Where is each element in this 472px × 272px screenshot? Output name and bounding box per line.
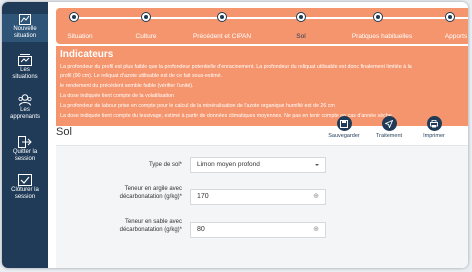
sidebar-item-label: situation — [13, 33, 37, 39]
step-progress-line — [74, 17, 468, 19]
exit-icon — [18, 136, 32, 148]
save-button-label: Sauvegarder — [328, 133, 360, 139]
sidebar-item-situations[interactable]: Les situations — [2, 54, 48, 88]
step-node-pratiques[interactable] — [373, 12, 383, 22]
required-mark: * — [179, 227, 182, 233]
indicators-panel: Indicateurs La profondeur du profil est … — [56, 46, 468, 126]
indicator-line: La dose indiquée tient compte de la vola… — [60, 93, 174, 99]
step-label-situation[interactable]: Situation — [67, 33, 92, 40]
print-button-label: Imprimer — [423, 133, 445, 139]
step-label-apports[interactable]: Apports — [445, 33, 467, 40]
sand-label-line: décarbonatation (g/kg) — [119, 227, 180, 233]
required-mark: * — [179, 194, 182, 200]
sand-label-line: Teneur en sable avec — [124, 219, 182, 225]
step-progress-bar: Situation Culture Précédent et CIPAN Sol… — [56, 8, 468, 44]
send-icon — [381, 116, 397, 131]
sidebar-item-label: session — [14, 156, 36, 162]
treatment-button[interactable]: Traitement — [367, 116, 411, 139]
sand-content-input[interactable]: 80 ⊕ — [190, 222, 326, 238]
chevron-down-icon — [315, 164, 319, 166]
step-node-precedent[interactable] — [217, 12, 227, 22]
new-situation-icon — [19, 14, 31, 25]
step-label-culture[interactable]: Culture — [136, 33, 157, 40]
step-label-pratiques[interactable]: Pratiques habituelles — [352, 33, 412, 40]
indicator-line: le rendement du précédent semble faible … — [60, 83, 194, 89]
sidebar-item-label: Les — [20, 107, 30, 113]
treatment-button-label: Traitement — [375, 133, 403, 139]
learners-icon — [18, 94, 32, 106]
print-button[interactable]: Imprimer — [412, 116, 456, 139]
sidebar-item-label: Les — [20, 67, 30, 73]
indicators-title: Indicateurs — [60, 49, 114, 60]
clay-label-line: décarbonatation (g/kg) — [119, 194, 180, 200]
close-session-icon — [18, 174, 32, 186]
section-title: Sol — [56, 126, 72, 138]
soil-type-value: Limon moyen profond — [197, 161, 260, 168]
soil-type-label-text: Type de sol — [148, 162, 180, 168]
sidebar-item-new-situation[interactable]: Nouvelle situation — [2, 14, 48, 42]
soil-type-select[interactable]: Limon moyen profond — [190, 157, 326, 173]
step-label-precedent[interactable]: Précédent et CIPAN — [193, 33, 251, 40]
save-button[interactable]: Sauvegarder — [322, 116, 366, 139]
step-node-apports[interactable] — [445, 12, 455, 22]
sidebar-item-label: situations — [12, 74, 38, 80]
sidebar: Nouvelle situation Les situations Les ap… — [2, 2, 48, 268]
clay-content-value: 170 — [197, 193, 209, 200]
clay-content-label: Teneur en argile avec décarbonatation (g… — [56, 185, 182, 201]
print-icon — [426, 116, 442, 131]
save-icon — [336, 116, 352, 131]
sidebar-item-label: session — [14, 194, 36, 200]
sidebar-item-close-session[interactable]: Clôturer la session — [2, 174, 48, 206]
clay-content-input[interactable]: 170 ⊕ — [190, 189, 326, 205]
main-content: Situation Culture Précédent et CIPAN Sol… — [48, 2, 468, 268]
clay-label-line: Teneur en argile avec — [124, 186, 182, 192]
step-label-sol[interactable]: Sol — [296, 33, 305, 40]
step-node-culture[interactable] — [141, 12, 151, 22]
sidebar-item-label: Quitter la — [12, 149, 38, 155]
stepper-icon[interactable]: ⊕ — [313, 193, 319, 201]
stepper-icon[interactable]: ⊕ — [313, 226, 319, 234]
soil-form: Type de sol* Limon moyen profond Teneur … — [56, 146, 468, 268]
sidebar-item-label: Clôturer la — [11, 187, 39, 193]
soil-type-label: Type de sol* — [56, 161, 182, 169]
sand-content-label: Teneur en sable avec décarbonatation (g/… — [56, 218, 182, 234]
sidebar-item-label: Nouvelle — [13, 26, 37, 32]
indicator-line: La profondeur du profil est plus faible … — [60, 64, 412, 70]
sidebar-item-learners[interactable]: Les apprenants — [2, 94, 48, 128]
step-node-sol[interactable] — [296, 12, 306, 22]
sidebar-item-quit-session[interactable]: Quitter la session — [2, 136, 48, 168]
situations-icon — [18, 54, 32, 66]
sidebar-item-label: apprenants — [9, 114, 41, 120]
sand-content-value: 80 — [197, 226, 205, 233]
step-node-situation[interactable] — [69, 12, 79, 22]
indicator-line: La profondeur de labour prise en compte … — [60, 103, 335, 109]
required-mark: * — [179, 162, 182, 168]
app-window: Nouvelle situation Les situations Les ap… — [2, 2, 468, 268]
indicator-line: profil (90 cm). Le reliquat d'azote util… — [60, 73, 223, 79]
